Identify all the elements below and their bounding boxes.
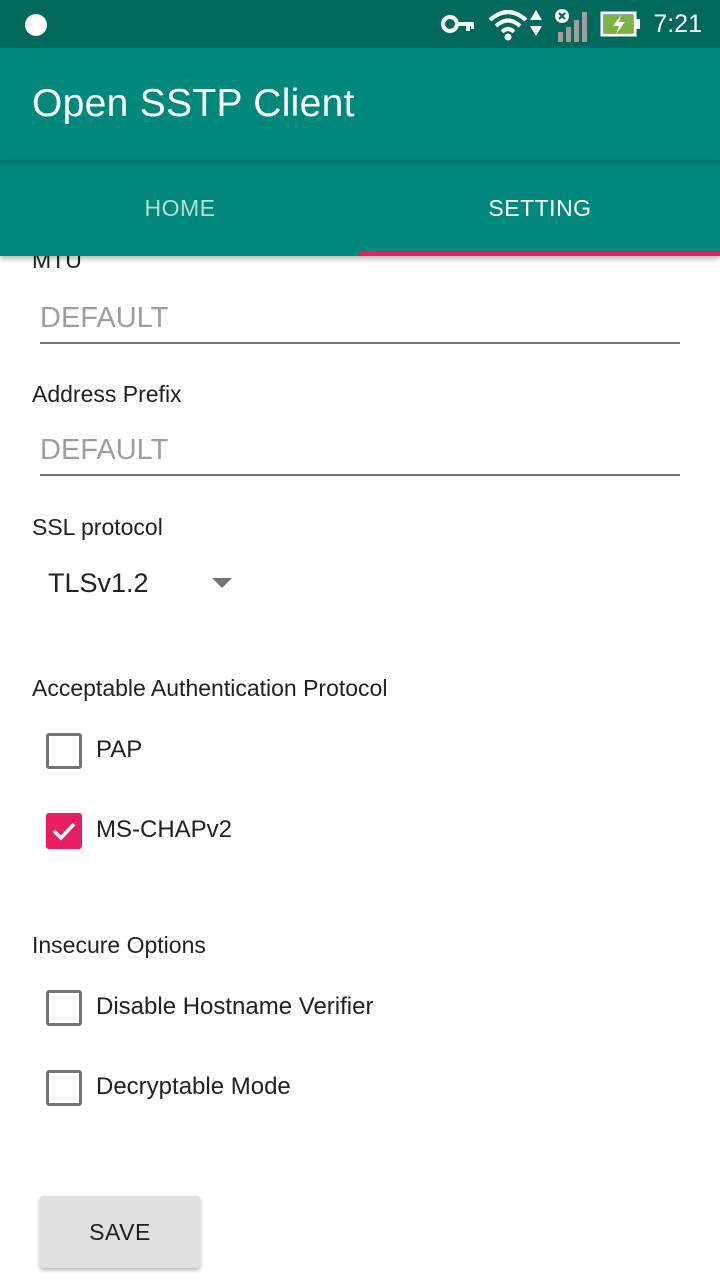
mtu-field-container: [40, 294, 680, 344]
auth-protocol-label: Acceptable Authentication Protocol: [32, 675, 388, 701]
pap-checkbox-row[interactable]: PAP: [40, 723, 640, 783]
settings-content[interactable]: MTU Address Prefix SSL protocol TLSv1.2 …: [0, 256, 720, 1280]
pap-checkbox[interactable]: [46, 733, 82, 769]
tab-bar: HOME SETTING: [0, 160, 720, 256]
app-bar: Open SSTP Client: [0, 48, 720, 160]
mschapv2-checkbox-row[interactable]: MS-CHAPv2: [40, 803, 640, 863]
data-activity-icon: [530, 10, 542, 36]
tab-home[interactable]: HOME: [0, 160, 360, 256]
mtu-label: MTU: [32, 256, 82, 273]
ssl-protocol-value: TLSv1.2: [48, 568, 149, 598]
address-prefix-label: Address Prefix: [32, 381, 182, 407]
battery-charging-icon: [600, 11, 640, 37]
key-icon: [441, 15, 474, 33]
decryptable-mode-row[interactable]: Decryptable Mode: [40, 1060, 640, 1120]
tab-setting[interactable]: SETTING: [360, 160, 720, 256]
mtu-input[interactable]: [40, 294, 680, 342]
save-button[interactable]: SAVE: [40, 1196, 200, 1268]
disable-hostname-verifier-row[interactable]: Disable Hostname Verifier: [40, 980, 640, 1040]
mschapv2-checkbox[interactable]: [46, 813, 82, 849]
address-prefix-input[interactable]: [40, 426, 680, 474]
wifi-icon: [488, 10, 528, 41]
address-prefix-field-container: [40, 426, 680, 476]
insecure-options-label: Insecure Options: [32, 932, 206, 958]
status-time: 7:21: [653, 10, 702, 38]
disable-hostname-verifier-label: Disable Hostname Verifier: [96, 993, 374, 1020]
mschapv2-label: MS-CHAPv2: [96, 816, 233, 843]
decryptable-mode-label: Decryptable Mode: [96, 1073, 291, 1100]
ssl-protocol-spinner[interactable]: TLSv1.2: [32, 556, 252, 616]
pap-label: PAP: [96, 736, 143, 763]
decryptable-mode-checkbox[interactable]: [46, 1070, 82, 1106]
dropdown-arrow-icon: [212, 578, 232, 588]
status-bar: 7:21: [0, 0, 720, 48]
ssl-protocol-label: SSL protocol: [32, 514, 163, 540]
app-title: Open SSTP Client: [32, 82, 355, 125]
checkmark-icon: [52, 822, 76, 841]
disable-hostname-verifier-checkbox[interactable]: [46, 990, 82, 1026]
signal-icon: [555, 9, 587, 42]
tab-indicator: [360, 252, 720, 256]
notification-dot-icon: [25, 14, 47, 36]
